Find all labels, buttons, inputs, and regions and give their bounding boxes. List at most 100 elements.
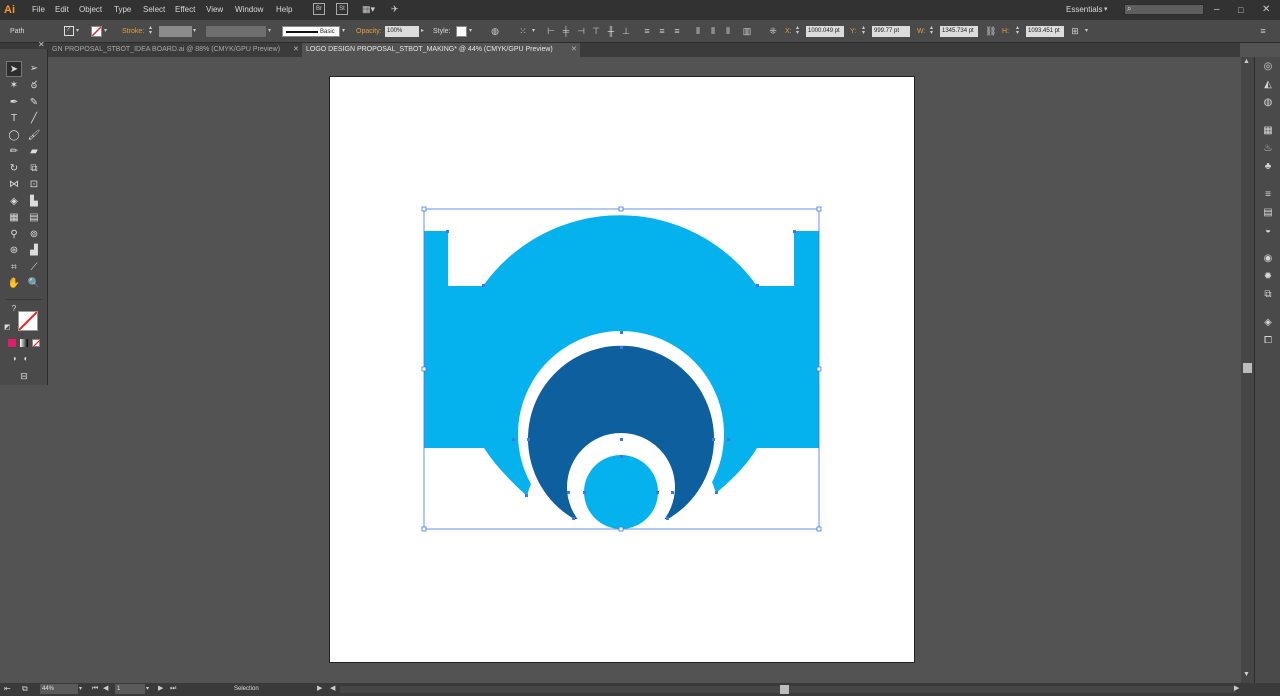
distribute-horizontal-center-icon[interactable]: ⫴ (708, 26, 718, 36)
scroll-down-icon[interactable]: ▼ (1243, 671, 1250, 678)
brush-definition[interactable]: Basic (282, 26, 340, 37)
color-mode-icon[interactable] (8, 339, 16, 347)
zoom-level-field[interactable]: 44% (40, 684, 78, 694)
direct-selection-tool-icon[interactable]: ➢ (26, 61, 42, 77)
gpu-performance-icon[interactable]: ✈ (391, 3, 403, 15)
menu-edit[interactable]: Edit (55, 0, 69, 20)
close-tab-icon[interactable]: ✕ (571, 43, 577, 57)
tab-logo-making[interactable]: LOGO DESIGN PROPOSAL_STBOT_MAKING* @ 44%… (302, 43, 580, 57)
pencil-tool-icon[interactable]: ✏ (6, 144, 22, 160)
stroke-weight-stepper[interactable]: ▴ ▾ (149, 25, 157, 37)
menu-type[interactable]: Type (114, 0, 131, 20)
menu-object[interactable]: Object (79, 0, 102, 20)
menu-file[interactable]: File (32, 0, 45, 20)
workspace-switcher[interactable]: Essentials (1066, 0, 1102, 20)
vertical-scrollbar[interactable]: ▲ ▼ (1241, 57, 1254, 683)
stock-icon[interactable]: St (336, 3, 348, 15)
w-field[interactable]: 1345.734 pt (940, 26, 978, 37)
align-right-icon[interactable]: ⊣ (576, 26, 586, 36)
search-help-input[interactable]: ⌕ (1124, 4, 1204, 15)
h-label[interactable]: H: (1002, 20, 1009, 43)
scroll-up-icon[interactable]: ▲ (1243, 58, 1250, 65)
current-tool-status[interactable]: Selection (234, 684, 259, 695)
graphic-styles-panel-icon[interactable]: ✹ (1261, 270, 1275, 284)
x-field[interactable]: 1000.049 pt (806, 26, 844, 37)
panel-menu-icon[interactable]: ≡ (1258, 26, 1268, 36)
align-bottom-icon[interactable]: ⊥ (621, 26, 631, 36)
color-guide-panel-icon[interactable]: ◎ (1261, 60, 1275, 74)
h-stepper[interactable]: ▴ ▾ (1016, 25, 1024, 37)
blend-tool-icon[interactable]: ⊚ (26, 227, 42, 243)
graphic-style-swatch[interactable] (456, 26, 467, 37)
fill-dropdown-icon[interactable]: ▾ (76, 26, 82, 36)
w-stepper[interactable]: ▴ ▾ (930, 25, 938, 37)
column-graph-tool-icon[interactable]: ▟ (26, 243, 42, 259)
minimize-button[interactable]: – (1214, 0, 1220, 20)
close-tab-icon[interactable]: ✕ (293, 43, 299, 57)
status-bar-toggle-icon[interactable]: ⇤ (4, 684, 11, 693)
menu-view[interactable]: View (206, 0, 223, 20)
last-artboard-icon[interactable]: ⏭ (170, 684, 176, 694)
y-label[interactable]: Y: (850, 20, 856, 43)
menu-effect[interactable]: Effect (175, 0, 195, 20)
first-artboard-icon[interactable]: ⏮ (92, 684, 98, 694)
close-window-button[interactable]: ✕ (1262, 0, 1270, 20)
x-label[interactable]: X: (785, 20, 792, 43)
align-horizontal-center-icon[interactable]: ╪ (561, 26, 571, 36)
opacity-field[interactable]: 100% (385, 26, 419, 37)
isolate-icon[interactable]: ⊞ (1070, 26, 1080, 36)
appearance-panel-icon[interactable]: ◍ (1261, 96, 1275, 110)
isolate-dropdown-icon[interactable]: ▾ (1085, 26, 1091, 37)
collapse-panel-icon[interactable]: ✕ (38, 40, 45, 49)
artboard-tool-icon[interactable]: ⌗ (6, 260, 22, 276)
artboards-panel-icon[interactable]: ⧠ (1261, 334, 1275, 348)
h-field[interactable]: 1093.451 pt (1026, 26, 1064, 37)
gradient-tool-icon[interactable]: ▤ (26, 210, 42, 226)
eyedropper-tool-icon[interactable]: ⚲ (6, 227, 22, 243)
line-segment-tool-icon[interactable]: ╱ (26, 111, 42, 127)
asset-export-panel-icon[interactable]: ⧉ (1261, 288, 1275, 302)
next-artboard-icon[interactable]: ▶ (158, 684, 163, 694)
brush-dropdown-icon[interactable]: ▾ (342, 26, 348, 37)
transparency-panel-icon[interactable]: ◒ (1261, 224, 1275, 238)
symbol-sprayer-tool-icon[interactable]: ⊛ (6, 243, 22, 259)
magic-wand-tool-icon[interactable]: ✶ (6, 78, 22, 94)
gradient-panel-icon[interactable]: ▤ (1261, 206, 1275, 220)
horizontal-scroll-thumb[interactable] (780, 685, 789, 694)
width-tool-icon[interactable]: ⋈ (6, 177, 22, 193)
draw-behind-icon[interactable]: ◐ (18, 351, 34, 367)
workspace-chevron-icon[interactable]: ▾ (1104, 0, 1108, 20)
y-stepper[interactable]: ▴ ▾ (862, 25, 870, 37)
color-panel-icon[interactable]: ◭ (1261, 78, 1275, 92)
x-stepper[interactable]: ▴ ▾ (796, 25, 804, 37)
eraser-tool-icon[interactable]: ▰ (26, 144, 42, 160)
stroke-weight-field[interactable] (159, 26, 192, 37)
transform-options-icon[interactable]: ▥ (742, 26, 752, 36)
screen-mode-icon[interactable]: ⊟ (16, 368, 32, 384)
scroll-right-icon[interactable]: ▶ (1234, 684, 1239, 694)
stroke-label[interactable]: Stroke: (122, 20, 144, 43)
none-mode-icon[interactable] (32, 339, 40, 347)
maximize-button[interactable]: □ (1238, 0, 1243, 20)
opacity-arrow-icon[interactable]: ▸ (421, 26, 427, 37)
bridge-icon[interactable]: Br (313, 3, 325, 15)
opacity-label[interactable]: Opacity: (356, 20, 382, 43)
stroke-dropdown-icon[interactable]: ▾ (104, 26, 110, 36)
default-colors-icon[interactable]: ◩ (4, 323, 11, 331)
distribute-vertical-center-icon[interactable]: ≡ (657, 26, 667, 36)
hand-tool-icon[interactable]: ✋ (6, 276, 22, 292)
gradient-mode-icon[interactable] (20, 339, 28, 347)
variable-width-profile[interactable] (206, 26, 266, 37)
ellipse-tool-icon[interactable]: ◯ (6, 128, 22, 144)
recolor-artwork-icon[interactable]: ◍ (490, 26, 500, 36)
mesh-tool-icon[interactable]: ▦ (6, 210, 22, 226)
lasso-tool-icon[interactable]: ఠ (26, 78, 42, 94)
distribute-right-icon[interactable]: ⫴ (723, 26, 733, 36)
selection-tool-icon[interactable]: ➤ (6, 61, 22, 77)
stroke-swatch[interactable] (91, 26, 102, 37)
y-field[interactable]: 999.77 pt (872, 26, 910, 37)
scroll-left-icon[interactable]: ◀ (330, 684, 335, 694)
align-top-icon[interactable]: ⊤ (591, 26, 601, 36)
align-to-icon[interactable]: ⁙ (515, 26, 531, 36)
distribute-left-icon[interactable]: ⫴ (693, 26, 703, 36)
